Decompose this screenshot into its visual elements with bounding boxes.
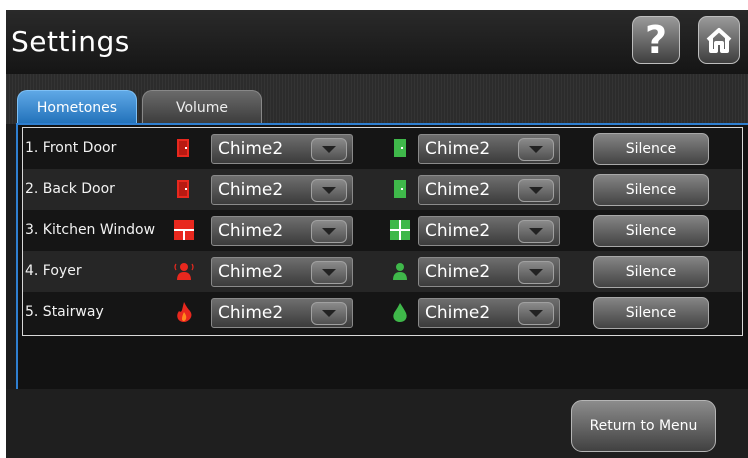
- zone-table: 1. Front Door Chime2 Chime2 Silence 2. B…: [22, 127, 743, 336]
- tab-strip: Hometones Volume: [6, 74, 748, 125]
- chevron-down-icon[interactable]: [518, 179, 554, 202]
- silence-button[interactable]: Silence: [593, 174, 709, 206]
- zone-name: 4. Foyer: [25, 263, 82, 279]
- window-open-icon: [174, 220, 194, 240]
- zone-row: 3. Kitchen Window Chime2 Chime2 Silence: [23, 210, 742, 251]
- settings-screen: Settings ? Hometones Volume 1. Front Doo…: [6, 10, 748, 458]
- return-to-menu-button[interactable]: Return to Menu: [571, 400, 716, 452]
- tone-dropdown-a[interactable]: Chime2: [211, 257, 353, 287]
- tone-dropdown-b[interactable]: Chime2: [418, 134, 560, 164]
- chevron-down-icon[interactable]: [311, 138, 347, 161]
- silence-button[interactable]: Silence: [593, 256, 709, 288]
- tone-value: Chime2: [425, 262, 491, 282]
- tone-dropdown-a[interactable]: Chime2: [211, 134, 353, 164]
- tab-hometones[interactable]: Hometones: [17, 90, 137, 125]
- chevron-down-icon[interactable]: [518, 302, 554, 325]
- silence-button[interactable]: Silence: [593, 215, 709, 247]
- zone-row: 5. Stairway Chime2 Chime2 Silence: [23, 292, 742, 333]
- home-button[interactable]: [698, 16, 740, 64]
- zone-name: 1. Front Door: [25, 140, 117, 156]
- zone-row: 1. Front Door Chime2 Chime2 Silence: [23, 128, 742, 169]
- chevron-down-icon[interactable]: [518, 261, 554, 284]
- tab-volume[interactable]: Volume: [142, 90, 262, 125]
- zone-name: 2. Back Door: [25, 181, 115, 197]
- title-bar: Settings ?: [6, 10, 748, 74]
- tone-value: Chime2: [218, 139, 284, 159]
- chevron-down-icon[interactable]: [311, 220, 347, 243]
- tone-value: Chime2: [425, 180, 491, 200]
- help-icon: ?: [644, 18, 668, 62]
- motion-alarm-icon: [174, 263, 194, 280]
- tone-dropdown-a[interactable]: Chime2: [211, 298, 353, 328]
- zone-name: 5. Stairway: [25, 304, 104, 320]
- silence-button[interactable]: Silence: [593, 133, 709, 165]
- fire-icon: [177, 302, 192, 322]
- tone-value: Chime2: [218, 262, 284, 282]
- zone-name: 3. Kitchen Window: [25, 222, 156, 238]
- home-icon: [706, 28, 732, 53]
- page-title: Settings: [11, 25, 130, 58]
- zone-row: 4. Foyer Chime2 Chime2 Silence: [23, 251, 742, 292]
- window-closed-icon: [390, 220, 410, 240]
- fire-ok-icon: [393, 303, 407, 322]
- tone-value: Chime2: [425, 139, 491, 159]
- tone-dropdown-a[interactable]: Chime2: [211, 216, 353, 246]
- tone-value: Chime2: [425, 221, 491, 241]
- door-open-icon: [177, 180, 189, 198]
- tone-dropdown-b[interactable]: Chime2: [418, 298, 560, 328]
- tone-value: Chime2: [425, 303, 491, 323]
- silence-button[interactable]: Silence: [593, 297, 709, 329]
- tone-value: Chime2: [218, 221, 284, 241]
- tone-dropdown-a[interactable]: Chime2: [211, 175, 353, 205]
- tone-value: Chime2: [218, 180, 284, 200]
- tone-value: Chime2: [218, 303, 284, 323]
- hometones-panel: 1. Front Door Chime2 Chime2 Silence 2. B…: [16, 123, 748, 391]
- tone-dropdown-b[interactable]: Chime2: [418, 257, 560, 287]
- chevron-down-icon[interactable]: [518, 138, 554, 161]
- tone-dropdown-b[interactable]: Chime2: [418, 175, 560, 205]
- zone-row: 2. Back Door Chime2 Chime2 Silence: [23, 169, 742, 210]
- door-closed-icon: [394, 180, 406, 198]
- motion-ok-icon: [393, 263, 407, 280]
- door-open-icon: [177, 139, 189, 157]
- chevron-down-icon[interactable]: [311, 261, 347, 284]
- chevron-down-icon[interactable]: [311, 302, 347, 325]
- chevron-down-icon[interactable]: [518, 220, 554, 243]
- chevron-down-icon[interactable]: [311, 179, 347, 202]
- door-closed-icon: [394, 139, 406, 157]
- help-button[interactable]: ?: [632, 16, 680, 64]
- tone-dropdown-b[interactable]: Chime2: [418, 216, 560, 246]
